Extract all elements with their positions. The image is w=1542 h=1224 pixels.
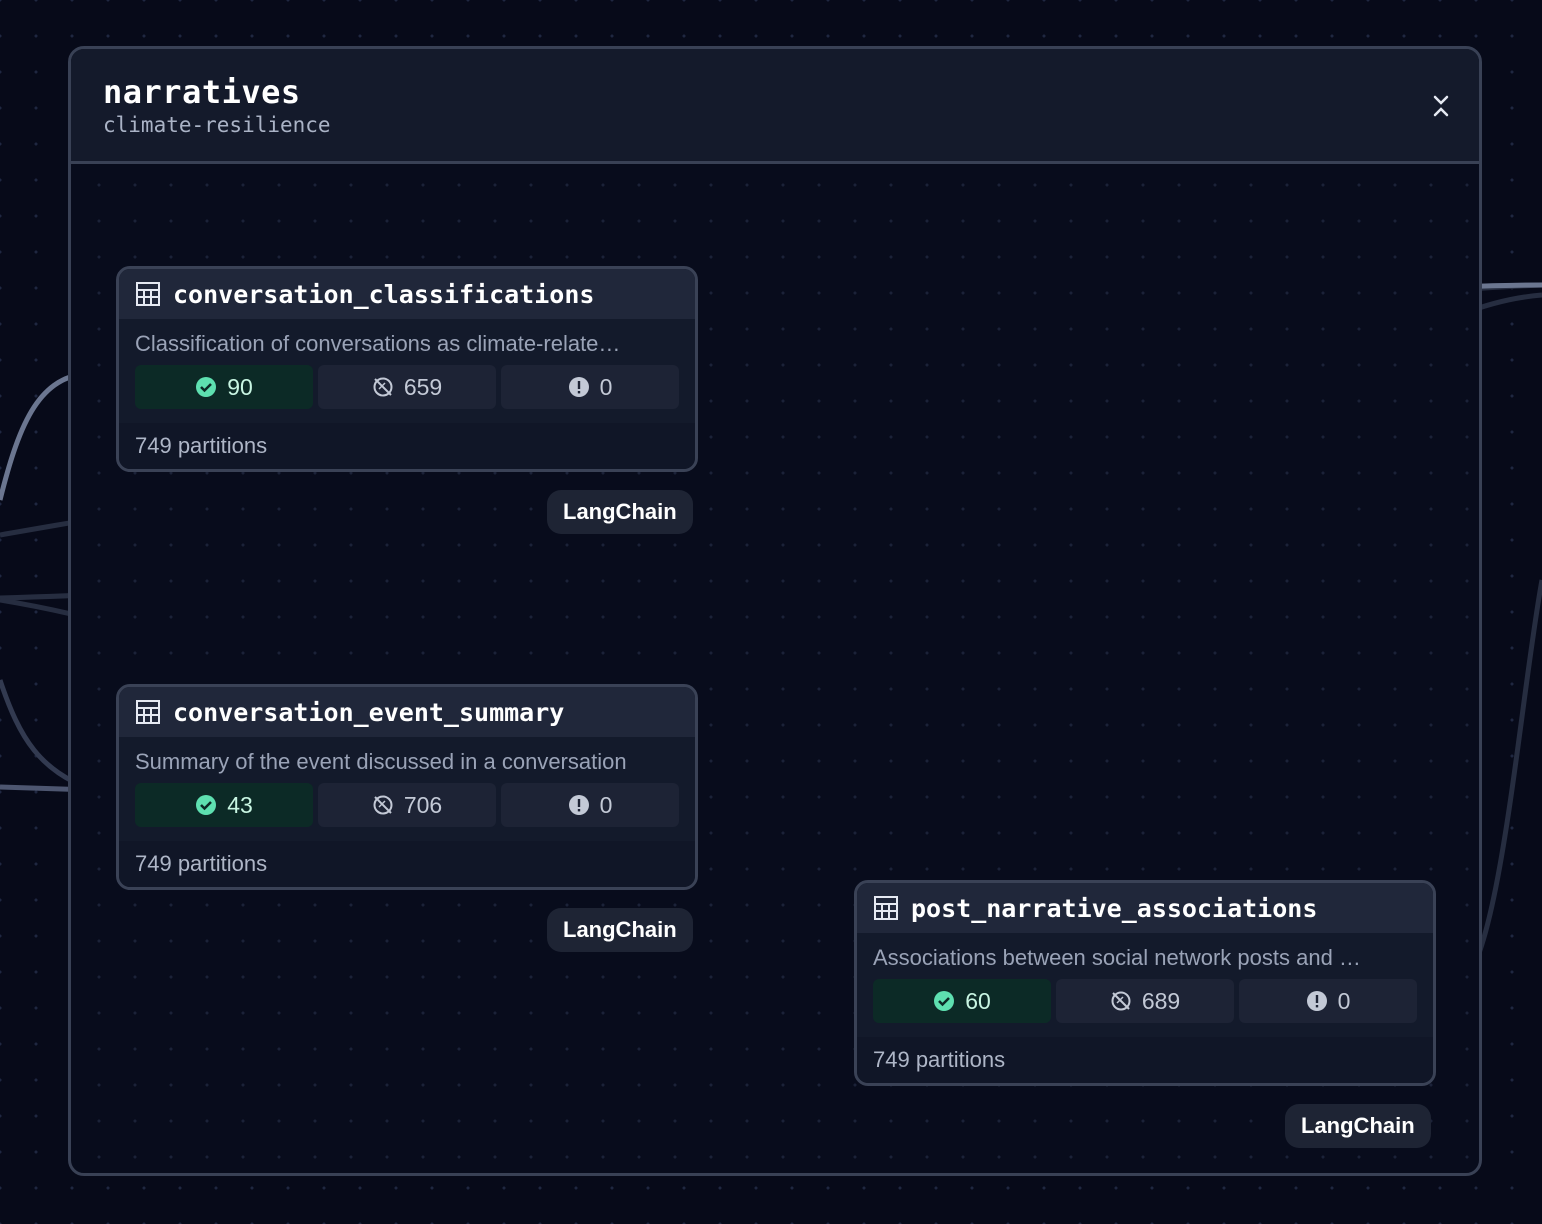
check-circle-icon — [196, 795, 217, 815]
success-count-button[interactable]: 90 — [135, 365, 313, 409]
exclamation-circle-icon — [568, 377, 589, 397]
stats-row: 60 689 0 — [873, 979, 1417, 1023]
stats-row: 43 706 0 — [135, 783, 679, 827]
error-count: 0 — [599, 373, 613, 400]
asset-node-conversation-classifications[interactable]: conversation_classifications Classificat… — [116, 266, 698, 472]
group-header[interactable]: narratives climate-resilience — [71, 49, 1479, 164]
node-header: post_narrative_associations — [857, 883, 1433, 933]
table-icon — [136, 700, 160, 724]
node-name: post_narrative_associations — [911, 893, 1318, 923]
partitions-count: 749 partitions — [857, 1037, 1433, 1083]
node-description: Summary of the event discussed in a conv… — [135, 749, 627, 774]
slash-circle-icon — [373, 795, 393, 815]
compute-kind-tag: LangChain — [1285, 1104, 1431, 1148]
compute-kind-tag: LangChain — [547, 490, 693, 534]
error-count-button[interactable]: 0 — [501, 365, 679, 409]
error-count-button[interactable]: 0 — [501, 783, 679, 827]
success-count-button[interactable]: 60 — [873, 979, 1051, 1023]
skipped-count-button[interactable]: 706 — [318, 783, 496, 827]
check-circle-icon — [934, 991, 955, 1011]
stats-row: 90 659 0 — [135, 365, 679, 409]
success-count: 60 — [965, 987, 991, 1014]
table-icon — [874, 896, 898, 920]
error-count-button[interactable]: 0 — [1239, 979, 1417, 1023]
node-name: conversation_event_summary — [173, 697, 565, 727]
check-circle-icon — [196, 377, 217, 397]
asset-node-post-narrative-associations[interactable]: post_narrative_associations Associations… — [854, 880, 1436, 1086]
partitions-count: 749 partitions — [119, 423, 695, 469]
node-body: Associations between social network post… — [857, 933, 1433, 1037]
success-count-button[interactable]: 43 — [135, 783, 313, 827]
skipped-count: 659 — [403, 373, 443, 400]
slash-circle-icon — [373, 377, 393, 397]
skipped-count: 706 — [403, 791, 443, 818]
exclamation-circle-icon — [1306, 991, 1327, 1011]
node-header: conversation_classifications — [119, 269, 695, 319]
compute-kind-tag: LangChain — [547, 908, 693, 952]
skipped-count: 689 — [1141, 987, 1181, 1014]
asset-node-conversation-event-summary[interactable]: conversation_event_summary Summary of th… — [116, 684, 698, 890]
skipped-count-button[interactable]: 689 — [1056, 979, 1234, 1023]
node-description: Associations between social network post… — [873, 945, 1361, 970]
node-body: Classification of conversations as clima… — [119, 319, 695, 423]
table-icon — [136, 282, 160, 306]
group-subtitle: climate-resilience — [103, 113, 331, 137]
node-name: conversation_classifications — [173, 279, 595, 309]
exclamation-circle-icon — [568, 795, 589, 815]
error-count: 0 — [599, 791, 613, 818]
node-header: conversation_event_summary — [119, 687, 695, 737]
slash-circle-icon — [1111, 991, 1131, 1011]
success-count: 90 — [227, 373, 253, 400]
skipped-count-button[interactable]: 659 — [318, 365, 496, 409]
chevrons-collapse-icon[interactable] — [1427, 89, 1455, 123]
node-description: Classification of conversations as clima… — [135, 331, 621, 356]
group-title: narratives — [103, 73, 301, 111]
node-body: Summary of the event discussed in a conv… — [119, 737, 695, 841]
success-count: 43 — [227, 791, 253, 818]
partitions-count: 749 partitions — [119, 841, 695, 887]
error-count: 0 — [1337, 987, 1351, 1014]
